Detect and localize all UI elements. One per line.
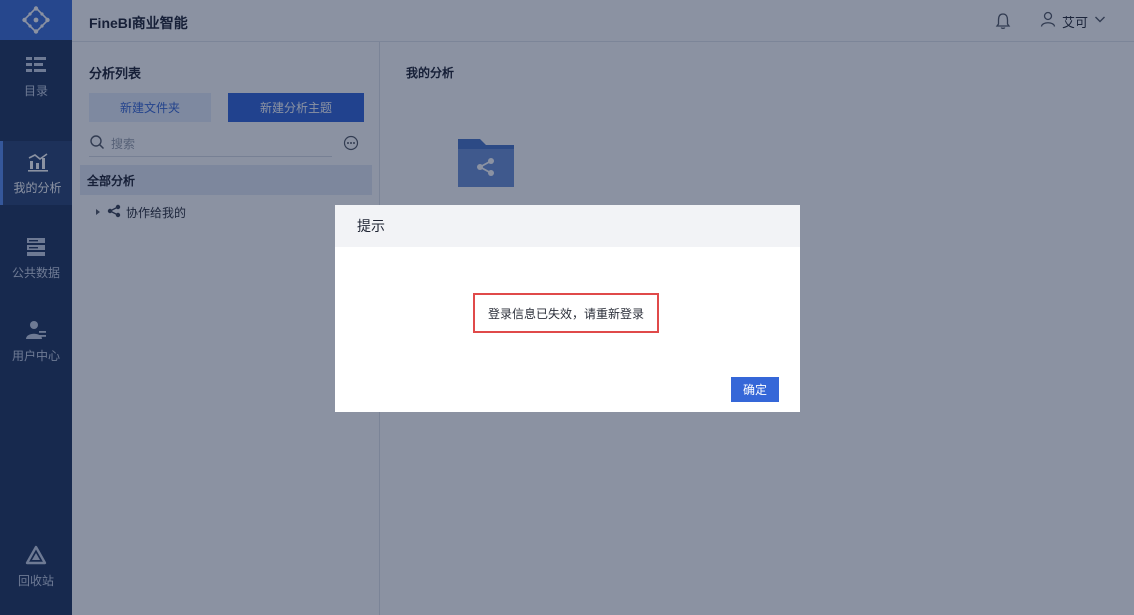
dialog-title: 提示	[357, 219, 385, 235]
dialog-header: 提示	[335, 205, 800, 247]
alert-dialog: 提示 登录信息已失效，请重新登录 确定	[335, 205, 800, 412]
confirm-button[interactable]: 确定	[731, 377, 779, 402]
dialog-message: 登录信息已失效，请重新登录	[473, 293, 659, 333]
